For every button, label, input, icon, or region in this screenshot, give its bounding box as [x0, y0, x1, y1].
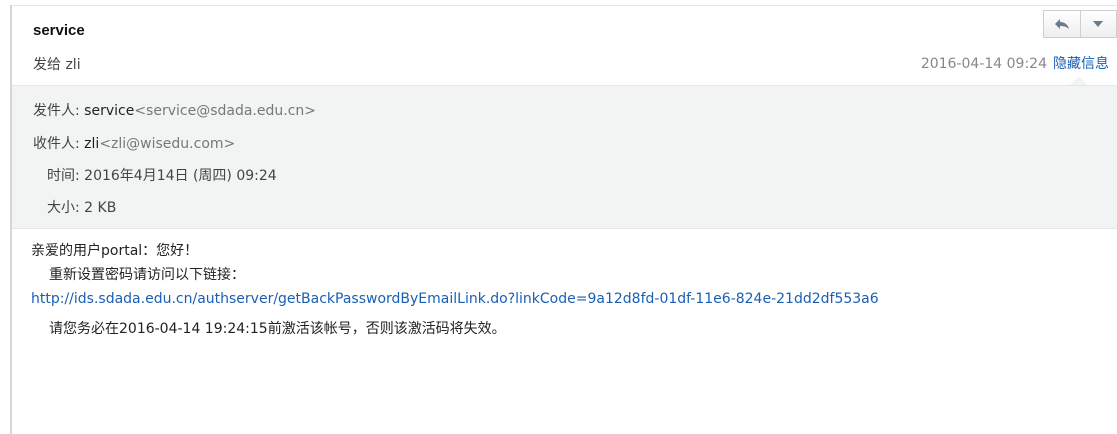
to-address[interactable]: <zli@wisedu.com> — [99, 136, 235, 152]
email-subject: service — [33, 22, 85, 39]
from-row: 发件人: service<service@sdada.edu.cn> — [33, 100, 316, 120]
from-name[interactable]: service — [84, 103, 134, 119]
expiry-note: 请您务必在2016-04-14 19:24:15前激活该帐号，否则该激活码将失效… — [49, 321, 506, 337]
from-address[interactable]: <service@sdada.edu.cn> — [134, 103, 316, 119]
size-value: 2 KB — [84, 200, 117, 216]
greeting-line: 亲爱的用户portal：您好！ — [31, 243, 199, 259]
from-label: 发件人: — [33, 103, 80, 119]
details-pointer — [1070, 76, 1088, 85]
time-label: 时间: — [47, 168, 80, 184]
to-name[interactable]: zli — [84, 136, 99, 152]
size-label: 大小: — [47, 200, 80, 216]
top-divider — [10, 5, 1117, 6]
header-details-panel: 发件人: service<service@sdada.edu.cn> 收件人: … — [12, 85, 1117, 229]
to-row: 收件人: zli<zli@wisedu.com> — [33, 133, 235, 153]
time-row: 时间: 2016年4月14日 (周四) 09:24 — [47, 165, 277, 185]
reset-password-link[interactable]: http://ids.sdada.edu.cn/authserver/getBa… — [31, 291, 879, 307]
sent-date: 2016-04-14 09:24 — [920, 56, 1047, 72]
message-meta: 2016-04-14 09:24 隐藏信息 — [921, 53, 1109, 73]
time-value: 2016年4月14日 (周四) 09:24 — [84, 168, 277, 184]
reply-button[interactable] — [1043, 10, 1081, 38]
size-row: 大小: 2 KB — [47, 197, 116, 217]
instruction-line: 重新设置密码请访问以下链接： — [49, 267, 245, 283]
hide-details-link[interactable]: 隐藏信息 — [1053, 56, 1109, 72]
email-reader-pane: service 发给 zli 2016-04-14 09:24 隐藏信息 发件人:… — [0, 0, 1117, 434]
chevron-down-icon — [1093, 21, 1104, 27]
reply-icon — [1054, 19, 1069, 29]
to-label: 收件人: — [33, 136, 80, 152]
message-actions — [1043, 10, 1117, 38]
recipient-summary: 发给 zli — [33, 57, 81, 73]
more-actions-button[interactable] — [1080, 10, 1117, 38]
